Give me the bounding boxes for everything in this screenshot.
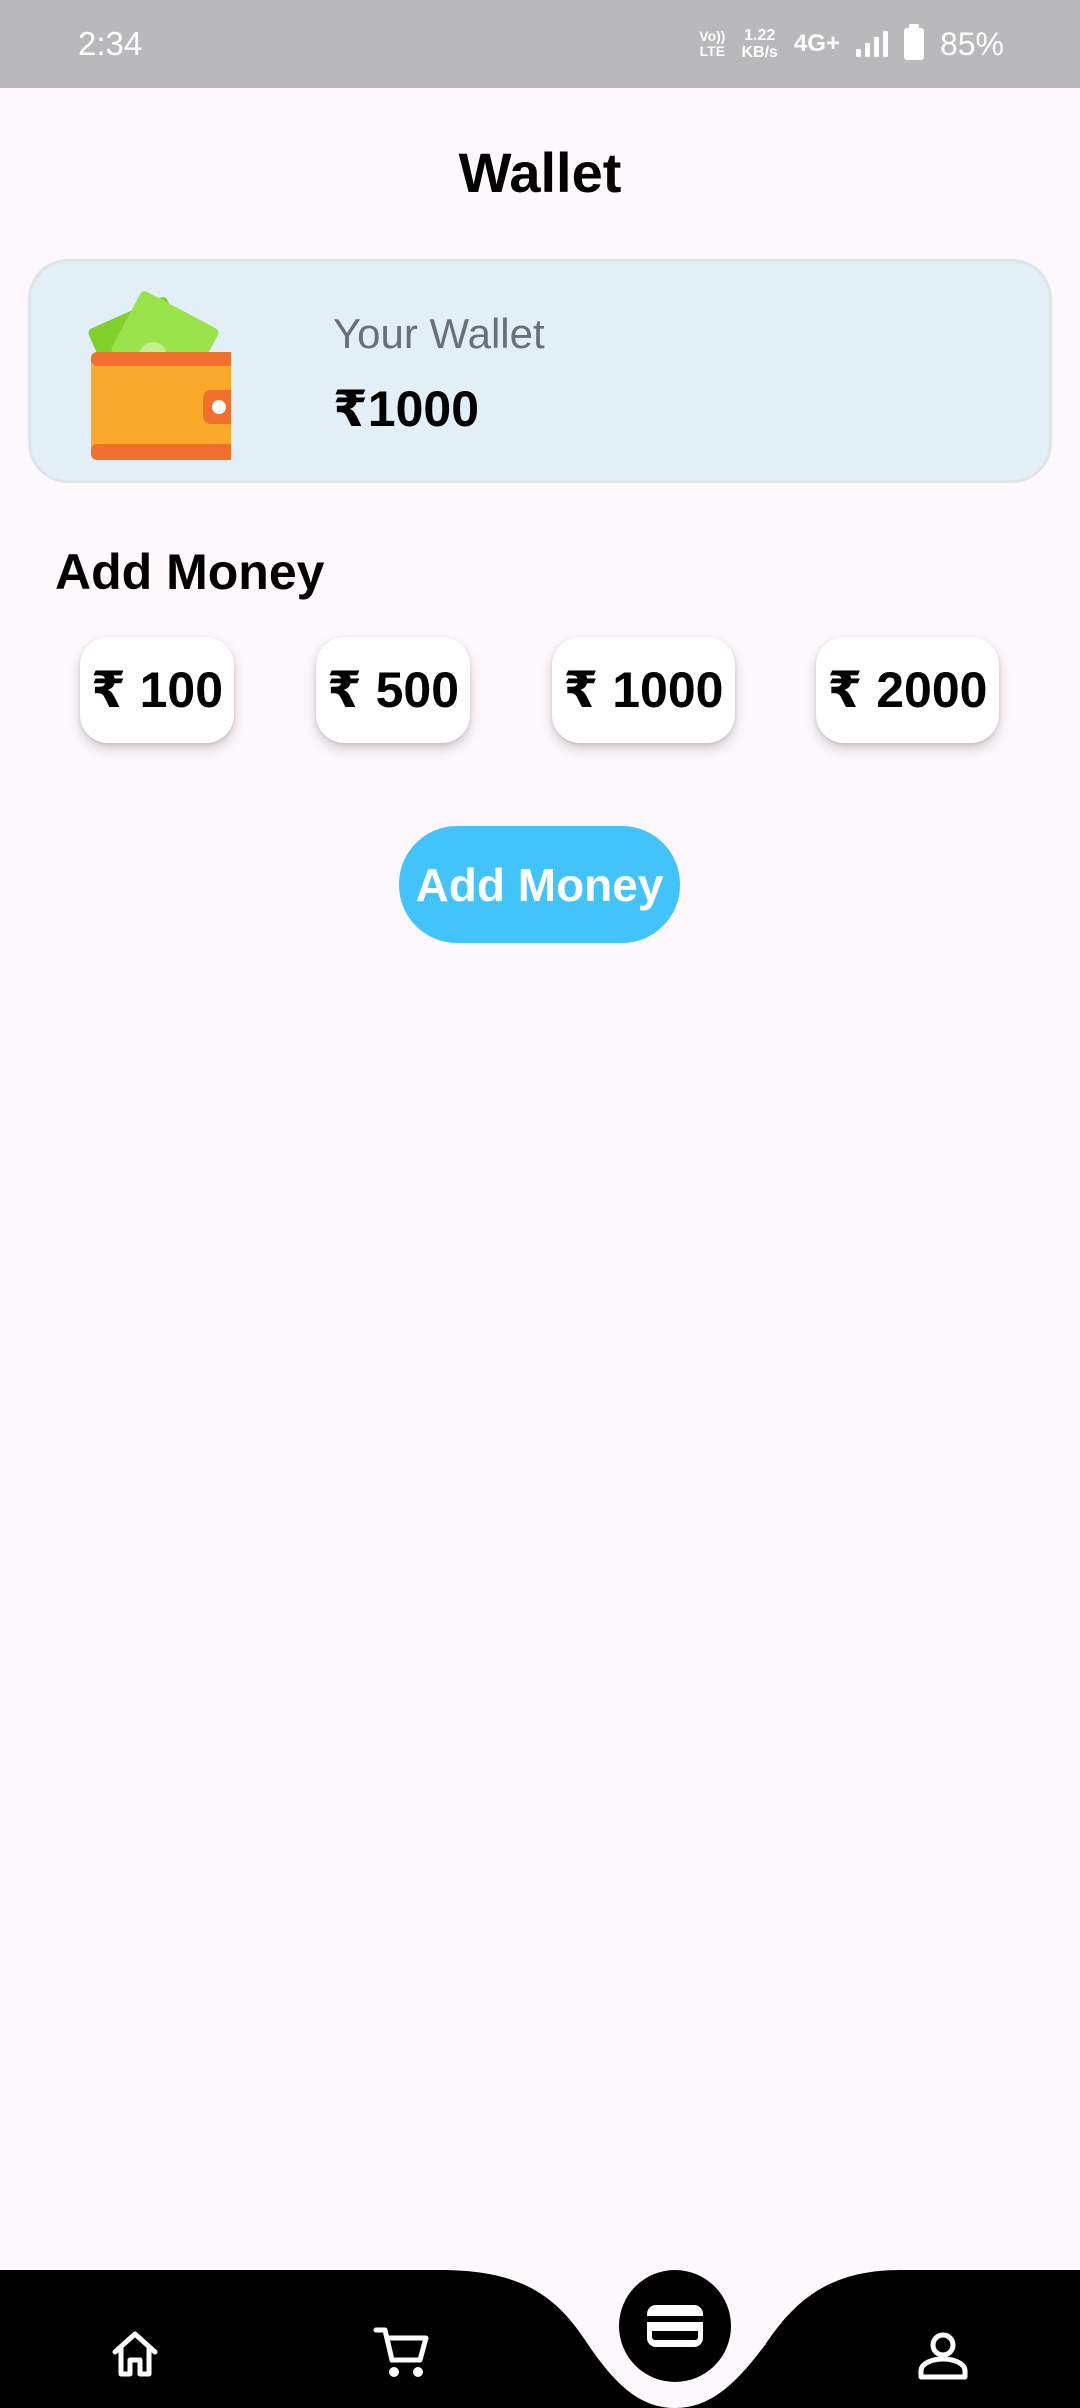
amount-chip-500[interactable]: ₹ 500 [316, 637, 470, 743]
wallet-with-cash-icon [88, 291, 231, 460]
volte-indicator: Vo)) LTE [699, 28, 726, 59]
wallet-icon [647, 2305, 703, 2347]
wallet-card: Your Wallet ₹1000 [28, 259, 1052, 483]
status-bar: 2:34 Vo)) LTE 1.22 KB/s 4G+ 85% [0, 0, 1080, 88]
home-icon[interactable] [105, 2324, 165, 2384]
wallet-label: Your Wallet [333, 310, 545, 357]
nav-wallet-button[interactable] [619, 2270, 731, 2382]
network-type: 4G+ [793, 30, 840, 57]
status-time: 2:34 [78, 25, 143, 62]
amount-chip-2000[interactable]: ₹ 2000 [816, 637, 999, 743]
page-title: Wallet [458, 141, 622, 204]
profile-icon[interactable] [913, 2325, 973, 2385]
battery-icon [903, 24, 924, 60]
wallet-balance: ₹1000 [333, 381, 480, 437]
signal-icon [855, 31, 888, 57]
bottom-nav [0, 2270, 1080, 2408]
amount-chip-100[interactable]: ₹ 100 [80, 637, 234, 743]
add-money-heading: Add Money [55, 544, 325, 600]
add-money-button[interactable]: Add Money [399, 826, 680, 943]
battery-percent: 85% [939, 25, 1004, 62]
network-speed: 1.22 KB/s [741, 27, 778, 61]
status-icons: Vo)) LTE 1.22 KB/s 4G+ 85% [699, 24, 1004, 63]
cart-icon[interactable] [372, 2322, 432, 2382]
amount-chip-1000[interactable]: ₹ 1000 [552, 637, 735, 743]
